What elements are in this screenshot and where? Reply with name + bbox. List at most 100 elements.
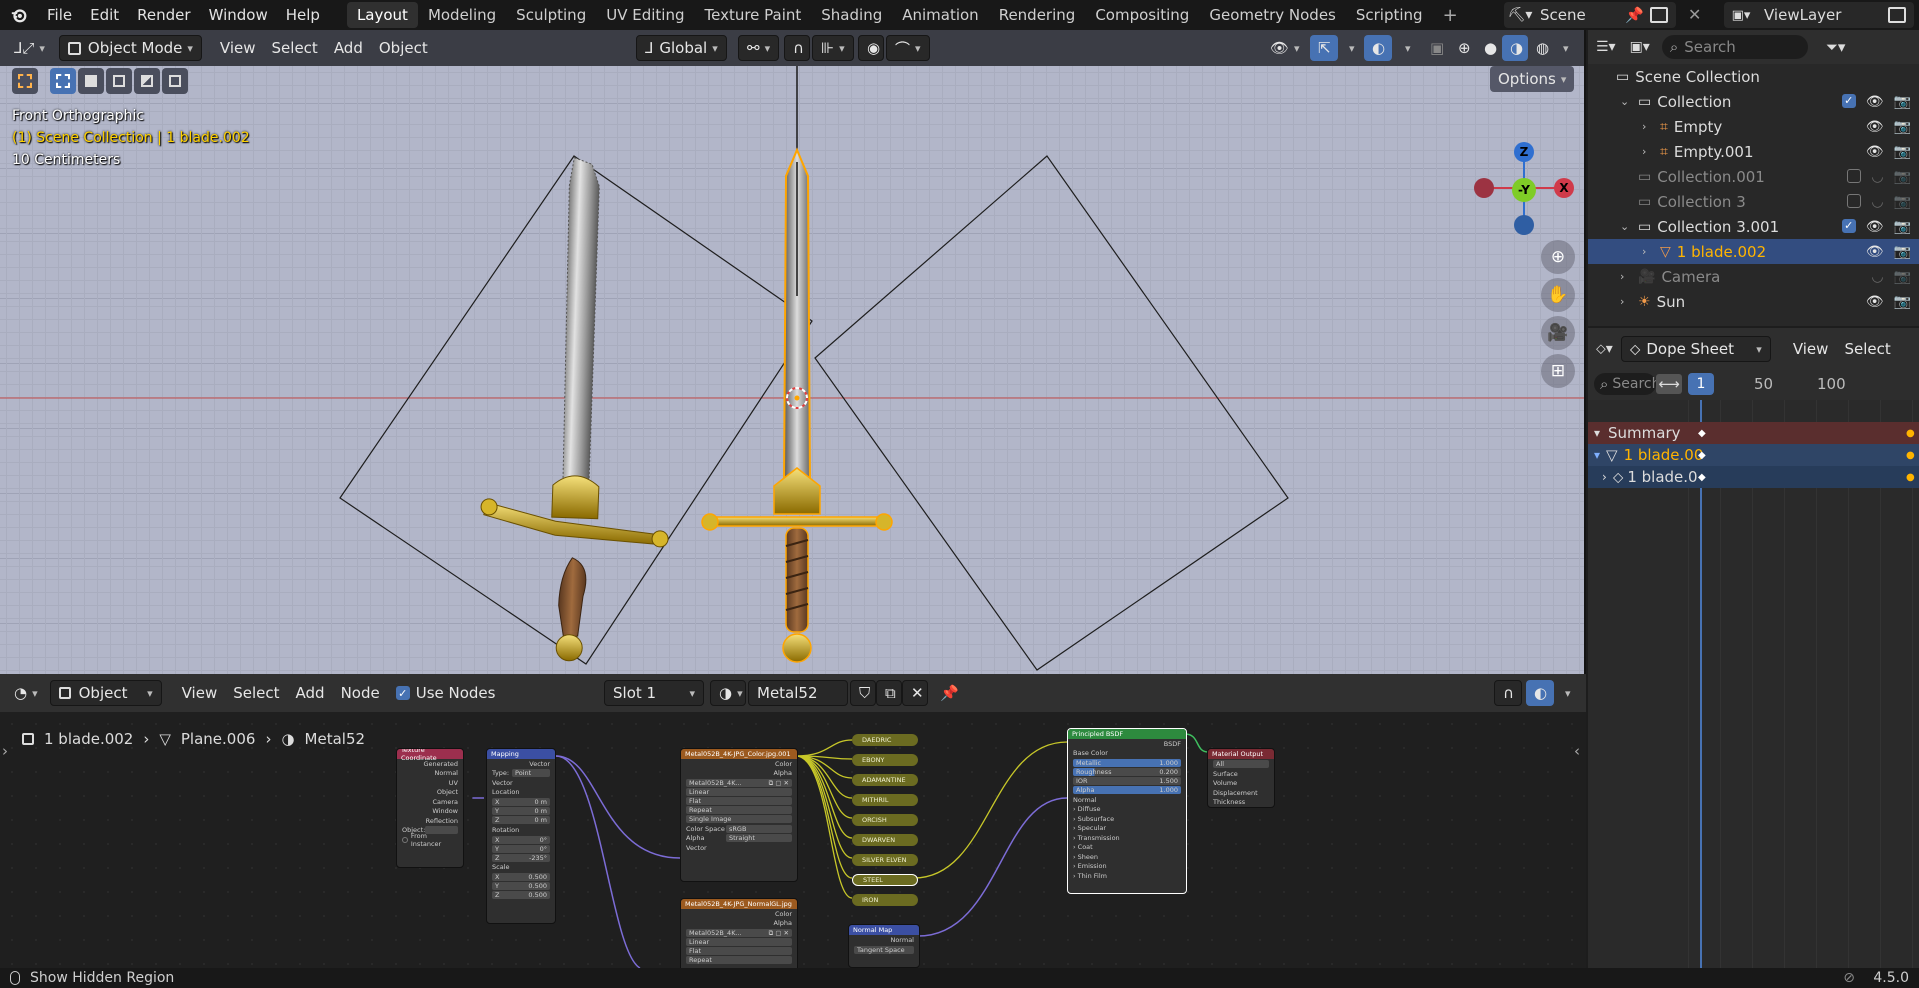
normal-map-node[interactable]: Normal Map Normal Tangent Space <box>848 924 920 968</box>
rotation-y-field[interactable]: Y 0° <box>492 844 550 853</box>
dope-sheet-editor-icon[interactable]: ⬦▾ <box>1596 341 1613 357</box>
fake-user-button[interactable]: ⛉ <box>850 680 876 706</box>
eye-icon[interactable]: 👁 <box>1866 119 1884 135</box>
reroute-pill[interactable]: ADAMANTINE <box>852 774 918 786</box>
tab-modeling[interactable]: Modeling <box>418 2 506 28</box>
projection-dropdown[interactable]: Flat <box>686 797 792 805</box>
camera-view-icon[interactable]: 🎥 <box>1541 316 1575 350</box>
expand-arrow-icon[interactable]: ▾ <box>1594 426 1600 440</box>
snap-target-dropdown[interactable]: ⊪ ▾ <box>812 35 854 61</box>
extension-dropdown[interactable]: Repeat <box>686 956 792 964</box>
image-texture-color-node[interactable]: Metal052B_4K-JPG_Color.jpg.001 Color Alp… <box>680 748 798 882</box>
duplicate-material-button[interactable]: ⧉ <box>876 680 902 706</box>
new-scene-icon[interactable] <box>1650 7 1668 23</box>
shading-material[interactable]: ◑ <box>1502 35 1528 61</box>
new-view-layer-icon[interactable] <box>1888 7 1906 23</box>
pin-icon[interactable]: 📌 <box>1625 6 1644 24</box>
panel-coat[interactable]: › Coat <box>1068 843 1186 853</box>
keyframe-icon[interactable]: ◆ <box>1698 472 1706 483</box>
mapping-node[interactable]: Mapping Vector Type: Point Vector Locatio… <box>486 748 556 924</box>
menu-help[interactable]: Help <box>277 6 329 24</box>
outliner-row[interactable]: ▭ Collection.001 ◡ 📷 <box>1588 164 1919 189</box>
blender-logo-icon[interactable] <box>0 0 38 30</box>
shading-wireframe[interactable]: ⊕ <box>1450 35 1479 61</box>
use-nodes-checkbox[interactable]: ✓ <box>395 686 410 700</box>
keyframe-icon[interactable]: ◆ <box>1698 450 1706 461</box>
scale-x-field[interactable]: X 0.500 <box>492 873 550 881</box>
normal-space-dropdown[interactable]: Tangent Space <box>854 945 914 954</box>
panel-specular[interactable]: › Specular <box>1068 824 1186 834</box>
node-overlays-toggle[interactable]: ◐ <box>1526 680 1554 706</box>
interpolation-dropdown[interactable]: Linear <box>686 788 792 796</box>
reroute-pill[interactable]: MITHRIL <box>852 794 918 806</box>
image-selector[interactable]: Metal052B_4K... ⧉ ▢ ✕ <box>686 929 792 937</box>
tab-rendering[interactable]: Rendering <box>989 2 1086 28</box>
viewport-menu-object[interactable]: Object <box>371 35 436 61</box>
eye-icon[interactable]: 👁 <box>1866 144 1884 160</box>
material-output-node[interactable]: Material Output All Surface Volume Displ… <box>1207 748 1275 808</box>
dope-sheet-mode-dropdown[interactable]: ⬦ Dope Sheet ▾ <box>1620 336 1771 362</box>
pan-hand-icon[interactable]: ✋ <box>1541 278 1575 312</box>
action-channel-row[interactable]: › ⬦ 1 blade.0 ◆ ● <box>1588 466 1919 488</box>
material-slot-dropdown[interactable]: Slot 1 ▾ <box>604 680 704 706</box>
location-z-field[interactable]: Z0 m <box>492 816 550 824</box>
type-row[interactable]: Type: Point <box>487 769 555 779</box>
reroute-pill[interactable]: DAEDRIC <box>852 734 918 746</box>
current-frame-indicator[interactable]: 1 <box>1688 373 1714 395</box>
menu-edit[interactable]: Edit <box>81 6 128 24</box>
node-editor-type-button[interactable]: ◔ ▾ <box>6 680 46 706</box>
viewport-menu-add[interactable]: Add <box>326 35 371 61</box>
outliner-search-field[interactable]: ⌕ Search <box>1661 35 1808 59</box>
gizmo-z-axis[interactable]: Z <box>1514 142 1534 162</box>
eye-icon[interactable]: 👁 <box>1866 94 1884 110</box>
disclosure-arrow-icon[interactable]: › <box>1620 295 1632 308</box>
gizmo-toggle[interactable]: ⇱ <box>1310 35 1338 61</box>
outliner-row[interactable]: ⌄ ▭ Collection ✓ 👁 📷 <box>1588 89 1919 114</box>
rotation-x-field[interactable]: X 0° <box>492 835 550 844</box>
rotation-z-field[interactable]: Z -235° <box>492 853 550 862</box>
render-camera-icon[interactable]: 📷 <box>1894 144 1911 160</box>
editor-type-button[interactable]: ⅃⤢ ▾ <box>6 35 53 61</box>
unlink-material-button[interactable]: ✕ <box>902 680 928 706</box>
eye-icon[interactable]: 👁 <box>1866 219 1884 235</box>
reroute-pill[interactable]: DWARVEN <box>852 834 918 846</box>
menu-render[interactable]: Render <box>128 6 199 24</box>
principled-bsdf-node[interactable]: Principled BSDF BSDF Base Color Metallic… <box>1067 728 1187 894</box>
exclude-checkbox[interactable] <box>1847 193 1862 208</box>
tab-compositing[interactable]: Compositing <box>1085 2 1199 28</box>
overlays-toggle[interactable]: ◐ <box>1364 35 1392 61</box>
scale-y-field[interactable]: Y 0.500 <box>492 882 550 890</box>
expand-arrow-icon[interactable]: › <box>1602 470 1607 484</box>
reroute-pill[interactable]: ORCISH <box>852 814 918 826</box>
color-space-row[interactable]: Color Space sRGB <box>681 824 797 834</box>
location-y-field[interactable]: Y0 m <box>492 807 550 815</box>
tab-animation[interactable]: Animation <box>892 2 988 28</box>
transform-orientation-dropdown[interactable]: ⅃ Global ▾ <box>636 35 727 61</box>
expand-arrow-icon[interactable]: ▾ <box>1594 448 1600 462</box>
proportional-edit-toggle[interactable]: ◉ <box>858 35 884 61</box>
dope-sheet[interactable]: ⬦▾ ⬦ Dope Sheet ▾ View Select ⌕ Search ⟷ … <box>1588 328 1919 968</box>
interpolation-dropdown[interactable]: Linear <box>686 938 792 946</box>
tab-layout[interactable]: Layout <box>346 2 418 28</box>
pin-material-button[interactable]: 📌 <box>932 680 967 706</box>
outliner-row[interactable]: › ☀ Sun 👁 📷 <box>1588 289 1919 314</box>
menu-file[interactable]: File <box>38 6 81 24</box>
node-menu-node[interactable]: Node <box>333 680 388 706</box>
tab-sculpting[interactable]: Sculpting <box>506 2 596 28</box>
reroute-pill[interactable]: STEEL <box>852 874 918 886</box>
3d-viewport[interactable]: ⅃⤢ ▾ Object Mode ▾ View Select Add Object … <box>0 30 1586 674</box>
outliner-editor-icon[interactable]: ☰▾ <box>1596 39 1616 55</box>
shading-dropdown[interactable]: ▾ <box>1550 35 1577 61</box>
dope-sheet-menu-view[interactable]: View <box>1785 336 1837 362</box>
menu-window[interactable]: Window <box>200 6 277 24</box>
keyframe-icon[interactable]: ◆ <box>1698 428 1706 439</box>
alpha-field[interactable]: Alpha 1.000 <box>1073 786 1181 794</box>
dope-sheet-menu-select[interactable]: Select <box>1836 336 1898 362</box>
render-camera-icon[interactable]: 📷 <box>1894 269 1911 285</box>
disclosure-arrow-icon[interactable]: › <box>1642 120 1654 133</box>
from-instancer-checkbox[interactable] <box>402 836 408 843</box>
disclosure-arrow-icon[interactable]: › <box>1620 270 1632 283</box>
texture-coordinate-node[interactable]: Texture Coordinate Generated Normal UV O… <box>396 748 464 868</box>
swap-icon[interactable]: ⟷ <box>1656 374 1682 394</box>
outliner-row[interactable]: › ⌗ Empty.001 👁 📷 <box>1588 139 1919 164</box>
